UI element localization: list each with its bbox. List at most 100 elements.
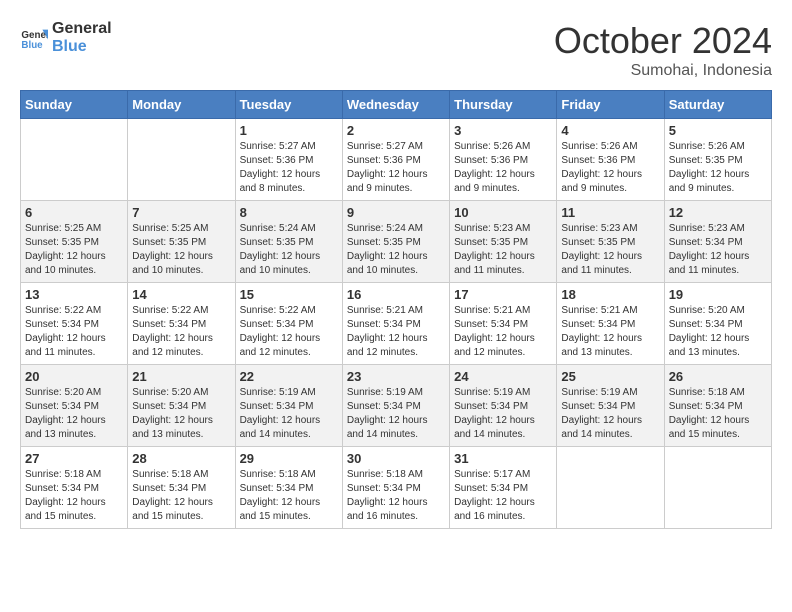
day-info: Sunrise: 5:22 AM Sunset: 5:34 PM Dayligh… <box>240 304 338 360</box>
day-number: 22 <box>240 369 338 384</box>
day-info: Sunrise: 5:18 AM Sunset: 5:34 PM Dayligh… <box>669 386 767 442</box>
day-number: 6 <box>25 205 123 220</box>
day-info: Sunrise: 5:27 AM Sunset: 5:36 PM Dayligh… <box>347 140 445 196</box>
day-number: 5 <box>669 123 767 138</box>
calendar-cell: 8Sunrise: 5:24 AM Sunset: 5:35 PM Daylig… <box>235 201 342 283</box>
calendar-cell: 22 Sunrise: 5:19 AM Sunset: 5:34 PM Dayli… <box>235 365 342 447</box>
header-saturday: Saturday <box>664 91 771 119</box>
calendar-cell: 13 Sunrise: 5:22 AM Sunset: 5:34 PM Dayli… <box>21 283 128 365</box>
calendar-cell: 4 Sunrise: 5:26 AM Sunset: 5:36 PM Daylig… <box>557 119 664 201</box>
day-info: Sunrise: 5:23 AM Sunset: 5:35 PM Dayligh… <box>454 222 552 278</box>
calendar-cell: 20 Sunrise: 5:20 AM Sunset: 5:34 PM Dayli… <box>21 365 128 447</box>
day-info: Sunrise: 5:19 AM Sunset: 5:34 PM Dayligh… <box>240 386 338 442</box>
calendar-cell: 6 Sunrise: 5:25 AM Sunset: 5:35 PM Daylig… <box>21 201 128 283</box>
day-number: 3 <box>454 123 552 138</box>
calendar-body: 1 Sunrise: 5:27 AM Sunset: 5:36 PM Daylig… <box>21 119 772 529</box>
header-thursday: Thursday <box>450 91 557 119</box>
location-subtitle: Sumohai, Indonesia <box>554 62 772 80</box>
day-number: 21 <box>132 369 230 384</box>
day-info: Sunrise: 5:18 AM Sunset: 5:34 PM Dayligh… <box>347 468 445 524</box>
day-number: 16 <box>347 287 445 302</box>
day-info: Sunrise: 5:19 AM Sunset: 5:34 PM Dayligh… <box>347 386 445 442</box>
day-number: 15 <box>240 287 338 302</box>
calendar-week-1: 6 Sunrise: 5:25 AM Sunset: 5:35 PM Daylig… <box>21 201 772 283</box>
header-monday: Monday <box>128 91 235 119</box>
logo: General Blue General Blue <box>20 20 112 55</box>
calendar-cell: 7Sunrise: 5:25 AM Sunset: 5:35 PM Daylig… <box>128 201 235 283</box>
day-info: Sunrise: 5:26 AM Sunset: 5:36 PM Dayligh… <box>561 140 659 196</box>
day-info: Sunrise: 5:22 AM Sunset: 5:34 PM Dayligh… <box>25 304 123 360</box>
calendar-cell: 25Sunrise: 5:19 AM Sunset: 5:34 PM Dayli… <box>557 365 664 447</box>
day-number: 28 <box>132 451 230 466</box>
header-wednesday: Wednesday <box>342 91 449 119</box>
day-number: 14 <box>132 287 230 302</box>
title-block: October 2024 Sumohai, Indonesia <box>554 20 772 80</box>
calendar-cell: 9Sunrise: 5:24 AM Sunset: 5:35 PM Daylig… <box>342 201 449 283</box>
header-row: Sunday Monday Tuesday Wednesday Thursday… <box>21 91 772 119</box>
day-info: Sunrise: 5:20 AM Sunset: 5:34 PM Dayligh… <box>25 386 123 442</box>
day-number: 31 <box>454 451 552 466</box>
day-number: 27 <box>25 451 123 466</box>
day-info: Sunrise: 5:21 AM Sunset: 5:34 PM Dayligh… <box>347 304 445 360</box>
calendar-cell: 19 Sunrise: 5:20 AM Sunset: 5:34 PM Dayli… <box>664 283 771 365</box>
day-number: 4 <box>561 123 659 138</box>
calendar-cell: 2Sunrise: 5:27 AM Sunset: 5:36 PM Daylig… <box>342 119 449 201</box>
month-title: October 2024 <box>554 20 772 62</box>
day-info: Sunrise: 5:21 AM Sunset: 5:34 PM Dayligh… <box>454 304 552 360</box>
day-number: 11 <box>561 205 659 220</box>
calendar-cell <box>21 119 128 201</box>
day-number: 23 <box>347 369 445 384</box>
calendar-cell: 5Sunrise: 5:26 AM Sunset: 5:35 PM Daylig… <box>664 119 771 201</box>
day-number: 7 <box>132 205 230 220</box>
day-info: Sunrise: 5:22 AM Sunset: 5:34 PM Dayligh… <box>132 304 230 360</box>
calendar-cell: 29 Sunrise: 5:18 AM Sunset: 5:34 PM Dayli… <box>235 447 342 529</box>
day-number: 8 <box>240 205 338 220</box>
day-number: 26 <box>669 369 767 384</box>
calendar-table: Sunday Monday Tuesday Wednesday Thursday… <box>20 90 772 529</box>
header-sunday: Sunday <box>21 91 128 119</box>
day-info: Sunrise: 5:19 AM Sunset: 5:34 PM Dayligh… <box>561 386 659 442</box>
day-number: 20 <box>25 369 123 384</box>
day-number: 30 <box>347 451 445 466</box>
calendar-cell: 31 Sunrise: 5:17 AM Sunset: 5:34 PM Dayli… <box>450 447 557 529</box>
day-info: Sunrise: 5:20 AM Sunset: 5:34 PM Dayligh… <box>132 386 230 442</box>
day-number: 29 <box>240 451 338 466</box>
calendar-cell: 11 Sunrise: 5:23 AM Sunset: 5:35 PM Dayli… <box>557 201 664 283</box>
header-tuesday: Tuesday <box>235 91 342 119</box>
logo-line2: Blue <box>52 38 112 56</box>
day-info: Sunrise: 5:18 AM Sunset: 5:34 PM Dayligh… <box>132 468 230 524</box>
day-info: Sunrise: 5:18 AM Sunset: 5:34 PM Dayligh… <box>240 468 338 524</box>
day-info: Sunrise: 5:23 AM Sunset: 5:34 PM Dayligh… <box>669 222 767 278</box>
calendar-cell: 12Sunrise: 5:23 AM Sunset: 5:34 PM Dayli… <box>664 201 771 283</box>
svg-text:Blue: Blue <box>21 39 43 50</box>
calendar-cell: 23 Sunrise: 5:19 AM Sunset: 5:34 PM Dayli… <box>342 365 449 447</box>
day-number: 17 <box>454 287 552 302</box>
calendar-week-3: 20 Sunrise: 5:20 AM Sunset: 5:34 PM Dayli… <box>21 365 772 447</box>
calendar-week-4: 27 Sunrise: 5:18 AM Sunset: 5:34 PM Dayli… <box>21 447 772 529</box>
day-info: Sunrise: 5:20 AM Sunset: 5:34 PM Dayligh… <box>669 304 767 360</box>
calendar-week-2: 13 Sunrise: 5:22 AM Sunset: 5:34 PM Dayli… <box>21 283 772 365</box>
day-info: Sunrise: 5:25 AM Sunset: 5:35 PM Dayligh… <box>25 222 123 278</box>
calendar-week-0: 1 Sunrise: 5:27 AM Sunset: 5:36 PM Daylig… <box>21 119 772 201</box>
page-header: General Blue General Blue October 2024 S… <box>20 20 772 80</box>
calendar-cell <box>128 119 235 201</box>
day-info: Sunrise: 5:23 AM Sunset: 5:35 PM Dayligh… <box>561 222 659 278</box>
calendar-cell: 18Sunrise: 5:21 AM Sunset: 5:34 PM Dayli… <box>557 283 664 365</box>
calendar-cell: 27Sunrise: 5:18 AM Sunset: 5:34 PM Dayli… <box>21 447 128 529</box>
calendar-cell: 26 Sunrise: 5:18 AM Sunset: 5:34 PM Dayli… <box>664 365 771 447</box>
day-number: 10 <box>454 205 552 220</box>
calendar-cell: 17 Sunrise: 5:21 AM Sunset: 5:34 PM Dayli… <box>450 283 557 365</box>
calendar-cell <box>664 447 771 529</box>
calendar-cell: 1Sunrise: 5:27 AM Sunset: 5:36 PM Daylig… <box>235 119 342 201</box>
logo-icon: General Blue <box>20 24 48 52</box>
day-number: 13 <box>25 287 123 302</box>
calendar-cell: 21 Sunrise: 5:20 AM Sunset: 5:34 PM Dayli… <box>128 365 235 447</box>
day-number: 9 <box>347 205 445 220</box>
calendar-cell: 16 Sunrise: 5:21 AM Sunset: 5:34 PM Dayli… <box>342 283 449 365</box>
calendar-header: Sunday Monday Tuesday Wednesday Thursday… <box>21 91 772 119</box>
day-info: Sunrise: 5:21 AM Sunset: 5:34 PM Dayligh… <box>561 304 659 360</box>
day-info: Sunrise: 5:19 AM Sunset: 5:34 PM Dayligh… <box>454 386 552 442</box>
day-number: 19 <box>669 287 767 302</box>
day-number: 1 <box>240 123 338 138</box>
day-info: Sunrise: 5:17 AM Sunset: 5:34 PM Dayligh… <box>454 468 552 524</box>
